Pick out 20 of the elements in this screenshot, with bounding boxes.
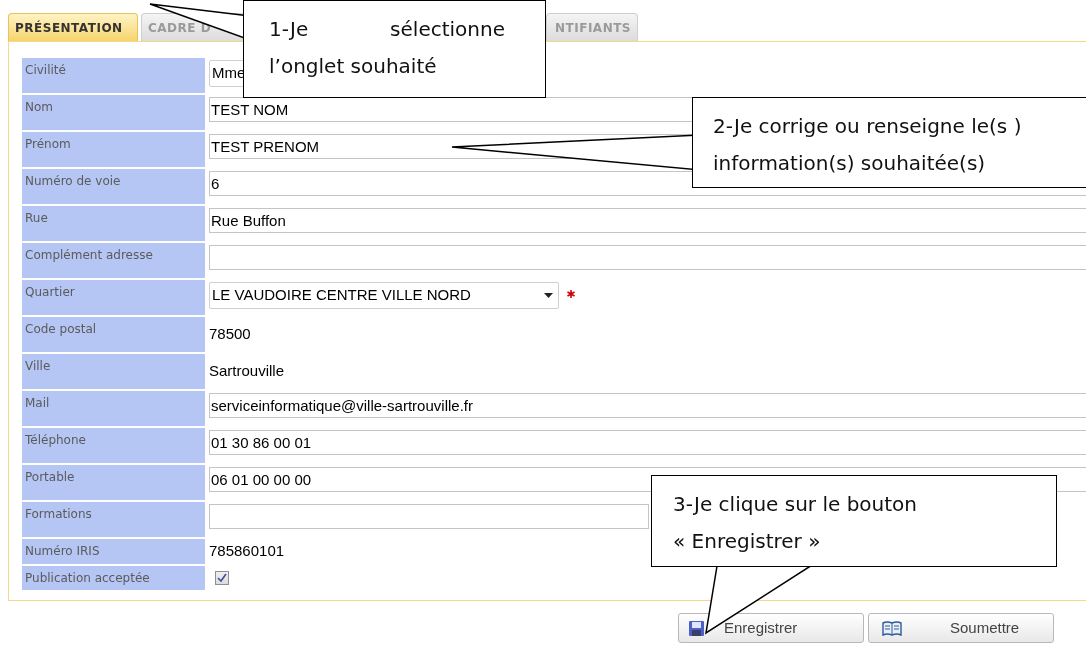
field-label: Mail [22, 391, 205, 426]
field-label: Publication acceptée [22, 566, 205, 590]
field-label: Prénom [22, 132, 205, 167]
field-label: Civilité [22, 58, 205, 93]
field-value: 78500 [209, 324, 251, 345]
field-label: Formations [22, 502, 205, 537]
callout-tooltip: 1-Je sélectionne l’onglet souhaité [243, 0, 546, 98]
field-label: Nom [22, 95, 205, 130]
field-label: Code postal [22, 317, 205, 352]
field-label: Téléphone [22, 428, 205, 463]
field-label: Quartier [22, 280, 205, 315]
callout-tooltip: 2-Je corrige ou renseigne le(s ) information(s) souhaitée(s) [692, 97, 1086, 188]
field-label: Ville [22, 354, 205, 389]
field-value: Sartrouville [209, 361, 285, 382]
field-label: Portable [22, 465, 205, 500]
field-value: 785860101 [209, 541, 285, 562]
field-label: Complément adresse [22, 243, 205, 278]
field-label: Numéro IRIS [22, 539, 205, 564]
field-label: Numéro de voie [22, 169, 205, 204]
field-label: Rue [22, 206, 205, 241]
